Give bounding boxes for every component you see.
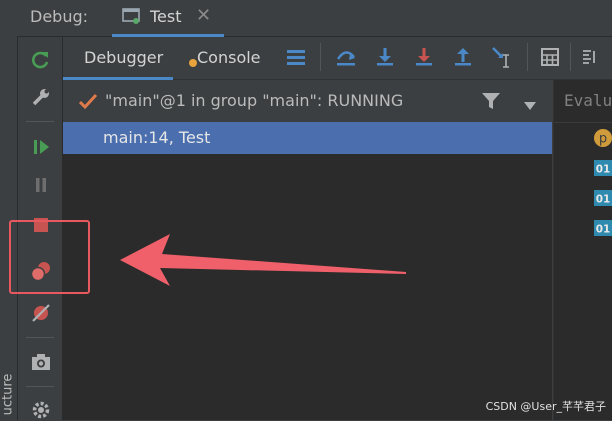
list-item[interactable]: main:14, Test: [63, 122, 552, 154]
primitive-icon: 01: [593, 219, 612, 237]
parameter-icon-glyph: p: [599, 132, 607, 147]
primitive-icon-glyph: 01: [596, 224, 611, 236]
force-step-into-icon[interactable]: [413, 46, 435, 68]
debug-label: Debug:: [30, 7, 89, 26]
menu-icon[interactable]: [285, 46, 307, 68]
toolbar-separator: [527, 43, 528, 71]
tab-debugger-label: Debugger: [84, 48, 164, 67]
primitive-icon: 01: [593, 189, 612, 207]
debug-title-bar: Debug: Test ✕: [0, 0, 612, 37]
rerun-icon[interactable]: [30, 49, 52, 71]
highlight-box: [9, 220, 90, 294]
filter-icon[interactable]: [481, 91, 501, 111]
run-to-cursor-icon[interactable]: [491, 46, 513, 68]
step-into-icon[interactable]: [374, 46, 396, 68]
toolbar-separator: [26, 386, 54, 387]
step-out-icon[interactable]: [452, 46, 474, 68]
resume-icon[interactable]: [30, 136, 52, 158]
primitive-icon-glyph: 01: [596, 194, 611, 206]
toolbar-separator: [26, 337, 54, 338]
wrench-icon[interactable]: [30, 86, 52, 108]
structure-tool-label[interactable]: ucture: [0, 371, 17, 419]
primitive-icon-glyph: 01: [596, 164, 611, 176]
toolbar-separator: [26, 121, 54, 122]
gear-icon[interactable]: [30, 399, 52, 421]
tab-debugger[interactable]: Debugger: [63, 37, 173, 80]
annotation-arrow: [120, 234, 406, 286]
tab-console[interactable]: Console: [185, 37, 275, 77]
thread-selector[interactable]: "main"@1 in group "main": RUNNING: [63, 80, 552, 123]
tab-test[interactable]: Test ✕: [112, 0, 224, 37]
parameter-icon: p: [593, 128, 612, 147]
mute-breakpoints-icon[interactable]: [30, 302, 52, 324]
evaluate-placeholder: Evalu: [564, 91, 612, 110]
frame-label: main:14, Test: [103, 128, 211, 147]
thread-label: "main"@1 in group "main": RUNNING: [105, 91, 404, 110]
pause-icon[interactable]: [30, 174, 52, 196]
run-config-icon: [122, 8, 140, 24]
chevron-down-icon[interactable]: [523, 96, 537, 110]
toolbar-separator: [570, 43, 571, 71]
console-status-icon: [189, 59, 197, 67]
variables-panel: Evalu p 01 01 01: [553, 80, 612, 420]
trace-icon[interactable]: [579, 46, 601, 68]
checkmark-icon: [77, 90, 99, 112]
primitive-icon: 01: [593, 159, 612, 177]
step-over-icon[interactable]: [335, 46, 357, 68]
tab-console-label: Console: [197, 48, 261, 67]
watermark: CSDN @User_芊芊君子: [485, 400, 606, 413]
close-icon[interactable]: ✕: [196, 5, 211, 26]
debugger-toolbar: Debugger Console: [63, 37, 612, 80]
tab-test-label: Test: [150, 7, 182, 26]
evaluate-expression-icon[interactable]: [539, 46, 561, 68]
camera-icon[interactable]: [30, 351, 52, 373]
evaluate-input[interactable]: Evalu: [554, 80, 612, 123]
toolbar-separator: [320, 43, 321, 71]
